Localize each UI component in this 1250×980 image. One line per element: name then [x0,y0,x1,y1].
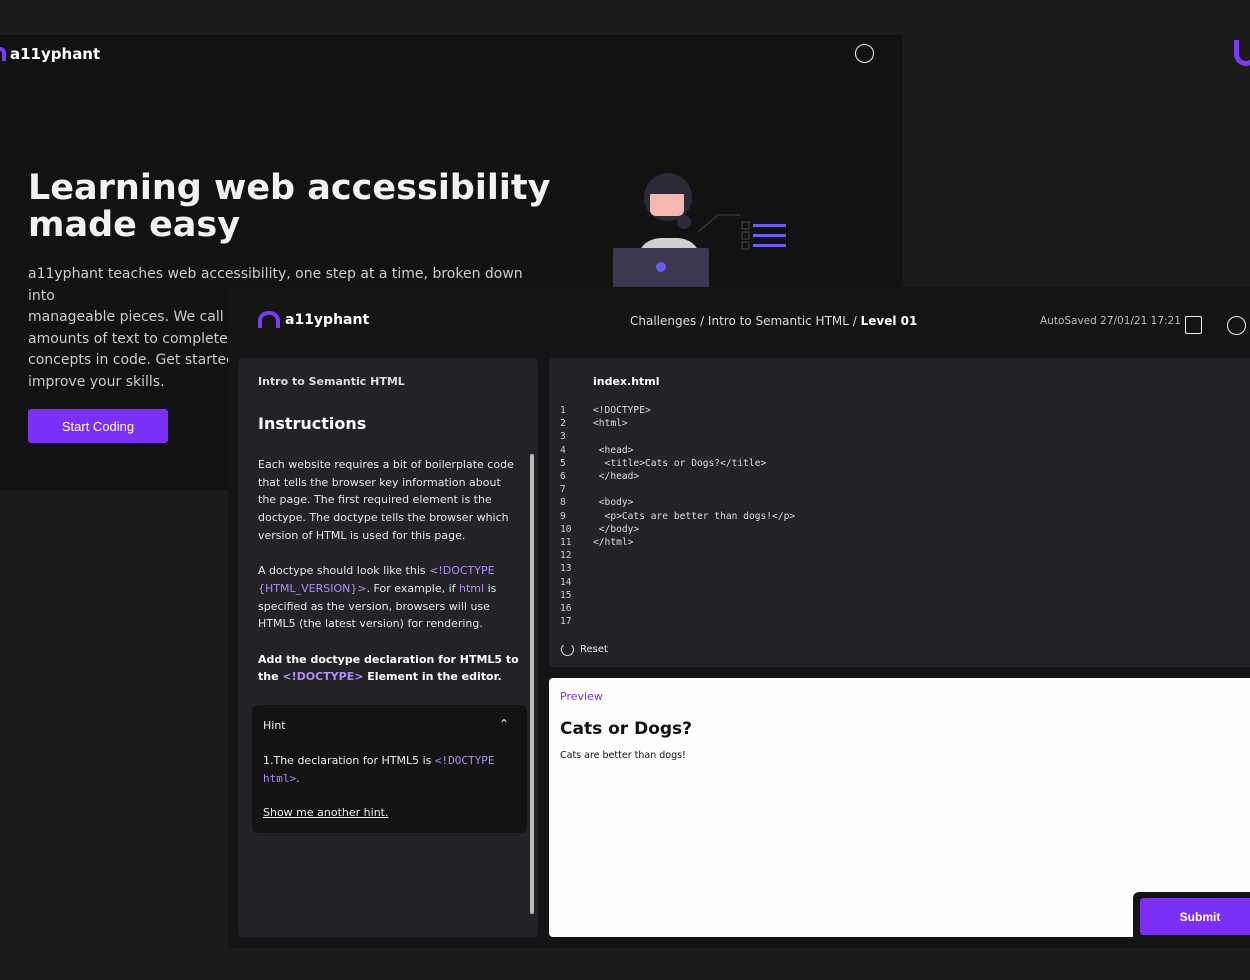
code-text: <!DOCTYPE> [593,405,651,416]
code-line: 17 [560,615,795,628]
code-line: 10 </body> [560,523,795,536]
line-number: 9 [560,510,566,522]
title-line: made easy [28,205,241,245]
code-text: </head> [593,471,640,483]
line-number: 14 [560,576,572,588]
line-number: 3 [560,431,566,443]
preview-text: Cats are better than dogs! [560,750,686,761]
breadcrumb-course[interactable]: Intro to Semantic HTML [708,314,849,328]
code-text: </body> [593,523,640,535]
code-text: <html> [593,418,628,430]
code-line: 7 [560,483,795,496]
logo-text: a11yphant [10,45,101,63]
code-line: 3 [560,430,795,443]
line-number: 7 [560,484,566,496]
line-number: 5 [560,457,566,469]
reset-label: Reset [580,644,608,655]
code-line: 16 [560,602,795,615]
hint-text: 1.The declaration for HTML5 is <!DOCTYPE… [263,752,513,787]
text: Element in the editor. [363,670,502,684]
code-area[interactable]: 1 <!DOCTYPE> 2 <html> 3 4 <head> 5 <title>Cats… [560,404,795,628]
app-header: a11yphant Challenges / Intro to Semantic… [228,287,1250,355]
instructions-panel: Intro to Semantic HTML Instructions Each… [238,358,538,937]
logo-icon [0,47,6,61]
editor-app-window: a11yphant Challenges / Intro to Semantic… [228,287,1250,948]
logo-icon [258,311,280,328]
another-hint-link[interactable]: Show me another hint. [263,806,388,819]
instructions-heading: Instructions [258,414,367,433]
text: . For example, if [366,581,460,595]
breadcrumb-challenges[interactable]: Challenges [630,314,696,328]
paragraph: A doctype should look like this <!DOCTYP… [258,562,520,633]
breadcrumb: Challenges / Intro to Semantic HTML / Le… [630,314,917,328]
scrollbar[interactable] [530,454,534,914]
code-text: </html> [593,537,634,549]
code-line: 15 [560,589,795,602]
code-editor[interactable]: index.html 1 <!DOCTYPE> 2 <html> 3 4 <head> 5 … [549,358,1250,667]
inline-code: <!DOCTYPE> [282,670,364,684]
line-number: 1 [560,405,566,416]
hint-box: Hint ⌃ 1.The declaration for HTML5 is <!… [252,705,527,833]
code-line: 1 <!DOCTYPE> [560,404,795,417]
reset-button[interactable]: Reset [561,643,608,656]
line-number: 13 [560,563,572,575]
hero-title: Learning web accessibility made easy [28,170,550,244]
text: 1.The declaration for HTML5 is [263,754,435,767]
code-line: 2 <html> [560,417,795,430]
user-icon[interactable] [855,44,874,63]
line-number: 4 [560,444,566,456]
code-line: 5 <title>Cats or Dogs?</title> [560,457,795,470]
code-text: <p>Cats are better than dogs!</p> [593,510,796,522]
autosave-status: AutoSaved 27/01/21 17:21 [1040,315,1181,327]
paragraph: Each website requires a bit of boilerpla… [258,458,514,542]
text: A doctype should look like this [258,564,430,578]
logo-icon [1234,40,1250,66]
line-number: 8 [560,497,566,509]
line-number: 15 [560,589,572,601]
line-number: 11 [560,537,572,549]
hint-title[interactable]: Hint [263,719,286,732]
instructions-text: Each website requires a bit of boilerpla… [258,456,520,704]
code-line: 8 <body> [560,496,795,509]
code-text: <title>Cats or Dogs?</title> [593,457,767,469]
submit-container: Submit [1133,892,1250,942]
text: . [296,771,300,785]
line-number: 16 [560,603,572,615]
code-text: <head> [593,444,634,456]
user-icon[interactable] [1227,316,1246,335]
code-line: 11 </html> [560,536,795,549]
start-coding-button[interactable]: Start Coding [28,409,168,443]
breadcrumb-separator: / [848,314,861,328]
reset-icon [561,643,574,656]
line-number: 10 [560,523,572,535]
chevron-up-icon[interactable]: ⌃ [499,717,509,731]
preview-heading: Cats or Dogs? [560,719,693,739]
code-line: 13 [560,562,795,575]
code-line: 4 <head> [560,444,795,457]
line-number: 12 [560,550,572,562]
code-line: 14 [560,576,795,589]
logo[interactable]: a11yphant [258,311,369,328]
code-line: 12 [560,549,795,562]
code-text: <body> [593,497,634,509]
filename-tab[interactable]: index.html [593,375,660,388]
title-line: Learning web accessibility [28,168,551,208]
logo[interactable]: a11yphant [0,45,100,63]
code-line: 6 </head> [560,470,795,483]
line-number: 6 [560,471,566,483]
breadcrumb-level: Level 01 [860,314,918,328]
breadcrumb-separator: / [696,314,708,328]
submit-button[interactable]: Submit [1140,898,1250,935]
logo-text: a11yphant [285,311,370,328]
hero-illustration [613,173,786,290]
line-number: 17 [560,616,572,628]
inline-code: html [459,581,485,595]
course-title: Intro to Semantic HTML [258,375,405,388]
line-number: 2 [560,418,566,430]
save-icon[interactable] [1185,316,1202,334]
task-paragraph: Add the doctype declaration for HTML5 to… [258,651,520,686]
code-line: 9 <p>Cats are better than dogs!</p> [560,510,795,523]
preview-label: Preview [560,690,603,703]
